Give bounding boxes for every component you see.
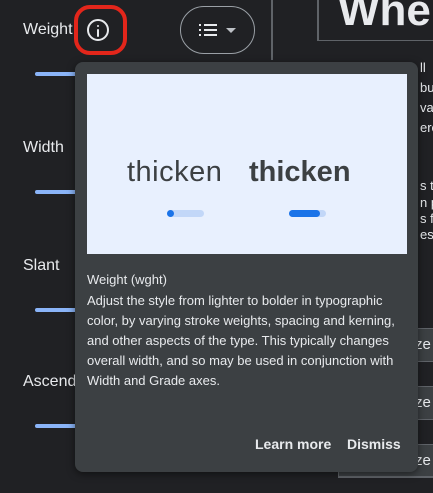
bg-text-fragment: ere [420,120,433,135]
bg-text-fragment: s fr [420,211,433,226]
bg-text-fragment: vad [420,100,433,115]
tooltip-description: Adjust the style from lighter to bolder … [87,293,395,388]
font-axes-screen: Whe ll bu vad ere s th n pu s fr esti ze… [0,0,433,493]
divider-line [338,476,433,477]
dismiss-button[interactable]: Dismiss [347,436,401,452]
weight-preview-illustration: thicken thicken [87,74,407,254]
axis-label-width: Width [23,139,64,156]
axis-label-weight: Weight [23,21,73,38]
preview-light-slider-fill [167,210,175,217]
learn-more-button[interactable]: Learn more [255,436,331,452]
list-view-icon [199,24,217,36]
axis-label-slant: Slant [23,257,60,274]
info-icon[interactable] [87,19,109,41]
axis-info-tooltip: thicken thicken Weight (wght) Adjust the… [75,62,418,472]
divider-line [317,40,433,41]
bg-text-fragment: s th [420,178,433,193]
bg-text-fragment: bu [420,80,433,95]
preview-bold-slider-fill [289,210,321,217]
preview-light-slider [167,210,204,217]
bg-text-fragment: ll [420,60,426,75]
bg-text-fragment: n pu [420,195,433,210]
bg-text-fragment: esti [420,227,433,242]
chevron-down-icon [226,27,236,33]
preview-bold-word: thicken [249,156,351,188]
divider-line [271,0,273,60]
tooltip-title: Weight (wght) [87,272,167,287]
preview-light-word: thicken [127,156,223,188]
preview-bold-slider [289,210,326,217]
preview-heading: Whe [338,0,431,35]
divider-line [317,0,319,40]
view-mode-button[interactable] [180,6,255,54]
